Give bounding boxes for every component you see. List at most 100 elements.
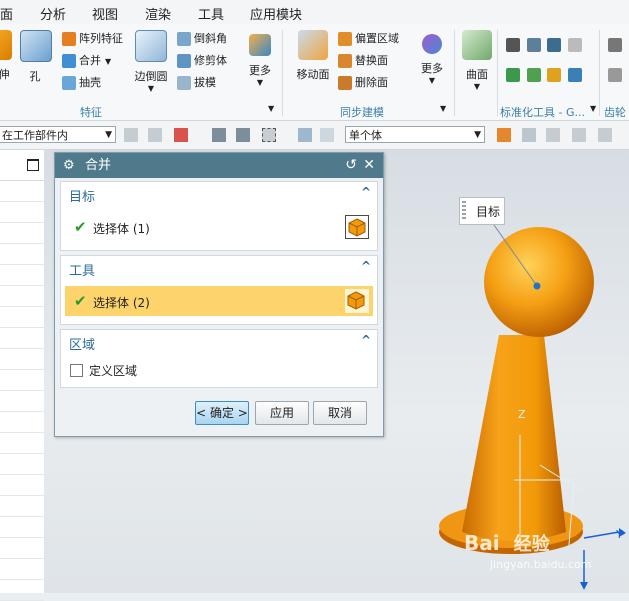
combine-button[interactable]: 合并 ▼ — [62, 52, 111, 68]
standard-tool-icon[interactable] — [526, 68, 541, 82]
list-item[interactable] — [0, 559, 44, 580]
standard-group-expand-icon[interactable]: ▼ — [590, 104, 596, 113]
delete-face-button[interactable]: 删除面 — [338, 74, 388, 90]
reset-icon[interactable]: ↺ — [345, 153, 357, 178]
list-item[interactable] — [0, 370, 44, 391]
surface-button[interactable]: 曲面 ▼ — [460, 30, 494, 91]
target-select-row[interactable]: ✔ 选择体 (1) — [65, 212, 373, 242]
watermark-logo-text: Bai — [464, 531, 500, 555]
snap-icon[interactable] — [522, 128, 536, 142]
sync-group-expand-icon[interactable]: ▼ — [440, 104, 446, 113]
view-icon[interactable] — [298, 128, 312, 142]
list-item[interactable] — [0, 580, 44, 601]
list-item[interactable] — [0, 223, 44, 244]
menu-item-tools[interactable]: 工具 — [198, 4, 224, 23]
collapse-icon[interactable]: ^ — [361, 185, 371, 199]
list-item[interactable] — [0, 475, 44, 496]
list-item[interactable] — [0, 181, 44, 202]
cancel-button[interactable]: 取消 — [313, 401, 367, 425]
menu-item-analysis[interactable]: 分析 — [40, 4, 66, 23]
watermark-url: jingyan.baidu.com — [490, 558, 592, 571]
list-item[interactable] — [0, 244, 44, 265]
move-face-button[interactable]: 移动面 — [293, 30, 333, 82]
type-filter-combo[interactable]: 在工作部件内 ▼ — [0, 126, 116, 143]
define-region-checkbox[interactable] — [70, 364, 83, 377]
list-item[interactable] — [0, 433, 44, 454]
collapse-icon[interactable]: ^ — [361, 259, 371, 273]
select-body-button[interactable] — [345, 289, 369, 313]
shell-button[interactable]: 抽壳 — [62, 74, 101, 90]
list-item[interactable] — [0, 265, 44, 286]
replace-face-button[interactable]: 替换面 — [338, 52, 388, 68]
close-icon[interactable]: ✕ — [363, 153, 375, 178]
list-item[interactable] — [0, 454, 44, 475]
cone-body[interactable] — [462, 335, 566, 541]
rectangle-select-icon[interactable] — [262, 128, 276, 142]
apply-button[interactable]: 应用 — [255, 401, 309, 425]
list-item[interactable] — [0, 412, 44, 433]
standard-tool-icon[interactable] — [506, 68, 520, 82]
snap-icon[interactable] — [598, 128, 612, 142]
sync-more-button[interactable]: 更多 ▼ — [416, 34, 448, 85]
list-item[interactable] — [0, 328, 44, 349]
list-item[interactable] — [0, 349, 44, 370]
standard-tool-icon[interactable] — [506, 38, 520, 52]
snap-icon[interactable] — [546, 128, 560, 142]
list-item[interactable] — [0, 517, 44, 538]
edge-blend-dropdown-icon[interactable]: ▼ — [133, 84, 169, 93]
chamfer-button[interactable]: 倒斜角 — [177, 30, 227, 46]
filter-icon[interactable] — [124, 128, 138, 142]
filter-icon[interactable] — [148, 128, 162, 142]
sphere-body[interactable] — [484, 227, 594, 337]
gear-tool-icon[interactable] — [608, 38, 622, 52]
list-item[interactable] — [0, 286, 44, 307]
region-group-header[interactable]: 区域 — [69, 334, 95, 353]
snap-icon[interactable] — [572, 128, 586, 142]
list-item[interactable] — [0, 496, 44, 517]
standard-tool-icon[interactable] — [567, 68, 582, 82]
feature-more-button[interactable]: 更多 ▼ — [244, 34, 276, 87]
snap-icon[interactable] — [497, 128, 511, 142]
select-body-button[interactable] — [345, 215, 369, 239]
grip-icon[interactable] — [462, 201, 466, 221]
list-item[interactable] — [0, 202, 44, 223]
extrude-button[interactable]: 伸 — [0, 30, 16, 82]
trim-body-button[interactable]: 修剪体 — [177, 52, 227, 68]
tool-group-header[interactable]: 工具 — [69, 260, 95, 279]
list-item[interactable] — [0, 538, 44, 559]
select-icon[interactable] — [212, 128, 226, 142]
feature-group-expand-icon[interactable]: ▼ — [268, 104, 274, 113]
draft-button[interactable]: 拔模 — [177, 74, 216, 90]
combine-dropdown-icon[interactable]: ▼ — [105, 57, 111, 66]
menu-item-applications[interactable]: 应用模块 — [250, 4, 302, 23]
menu-item-render[interactable]: 渲染 — [145, 4, 171, 23]
collapse-icon[interactable]: ^ — [361, 333, 371, 347]
selection-scope-combo[interactable]: 单个体 ▼ — [345, 126, 485, 143]
edge-blend-button[interactable]: 边倒圆 ▼ — [133, 30, 169, 93]
ok-button[interactable]: < 确定 > — [195, 401, 249, 425]
list-item[interactable] — [0, 391, 44, 412]
list-item[interactable] — [0, 307, 44, 328]
tool-select-row[interactable]: ✔ 选择体 (2) — [65, 286, 373, 316]
menu-item-view[interactable]: 视图 — [92, 4, 118, 23]
menu-item-surface[interactable]: 面 — [0, 4, 13, 23]
standard-tool-icon[interactable] — [526, 38, 541, 52]
feature-more-dropdown-icon[interactable]: ▼ — [244, 78, 276, 87]
standard-tool-icon[interactable] — [567, 38, 582, 52]
standard-tool-icon[interactable] — [547, 38, 561, 52]
replace-face-icon — [338, 54, 352, 68]
offset-region-button[interactable]: 偏置区域 — [338, 30, 399, 46]
snap-point-icon[interactable] — [174, 128, 188, 142]
hole-button[interactable]: 孔 — [20, 30, 52, 84]
gear-icon[interactable]: ⚙ — [63, 153, 75, 178]
view-icon[interactable] — [320, 128, 334, 142]
standard-tool-icon[interactable] — [547, 68, 561, 82]
target-group-header[interactable]: 目标 — [69, 186, 95, 205]
selection-toolbar: 在工作部件内 ▼ 单个体 ▼ — [0, 121, 629, 150]
select-icon[interactable] — [236, 128, 250, 142]
sync-more-dropdown-icon[interactable]: ▼ — [416, 76, 448, 85]
gear-tool-icon[interactable] — [608, 68, 622, 82]
maximize-icon[interactable] — [27, 159, 39, 171]
pattern-feature-button[interactable]: 阵列特征 — [62, 30, 123, 46]
surface-dropdown-icon[interactable]: ▼ — [460, 82, 494, 91]
